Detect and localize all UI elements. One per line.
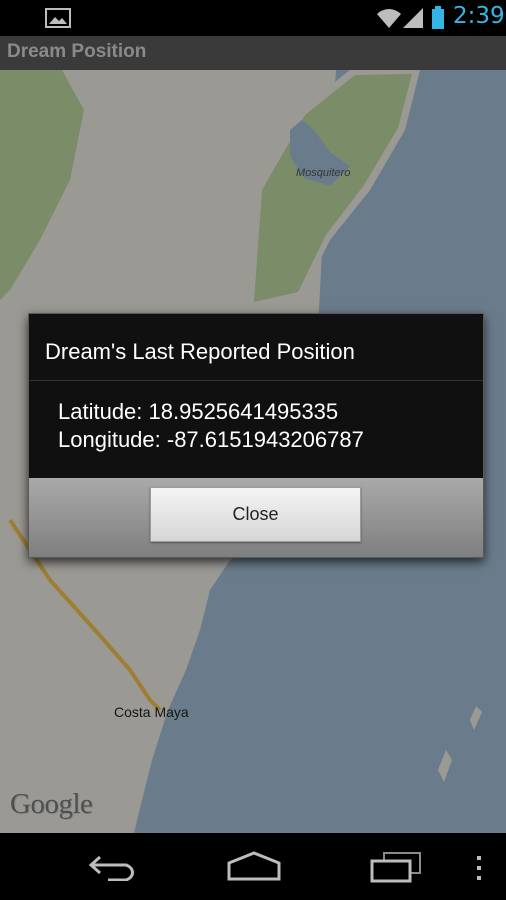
app-title-bar: Dream Position — [0, 36, 506, 70]
dialog-divider — [29, 380, 483, 381]
menu-icon[interactable] — [474, 855, 484, 881]
close-button[interactable]: Close — [150, 487, 361, 542]
dialog-title: Dream's Last Reported Position — [45, 339, 355, 364]
back-icon[interactable] — [88, 853, 138, 881]
battery-icon — [432, 6, 444, 29]
page-title: Dream Position — [7, 41, 147, 62]
recents-icon[interactable] — [370, 851, 422, 883]
longitude-text: Longitude: -87.6151943206787 — [58, 427, 364, 452]
dialog-message: Latitude: 18.9525641495335 Longitude: -8… — [58, 398, 364, 454]
position-dialog: Dream's Last Reported Position Latitude:… — [28, 313, 484, 558]
latitude-text: Latitude: 18.9525641495335 — [58, 399, 339, 424]
status-bar: 2:39 — [0, 0, 506, 36]
dialog-button-bar: Close — [29, 478, 483, 557]
wifi-icon — [377, 9, 401, 28]
home-icon[interactable] — [226, 851, 282, 881]
navigation-bar — [0, 833, 506, 900]
status-time: 2:39 — [453, 3, 505, 29]
signal-icon — [403, 8, 423, 28]
gallery-icon — [45, 8, 71, 28]
